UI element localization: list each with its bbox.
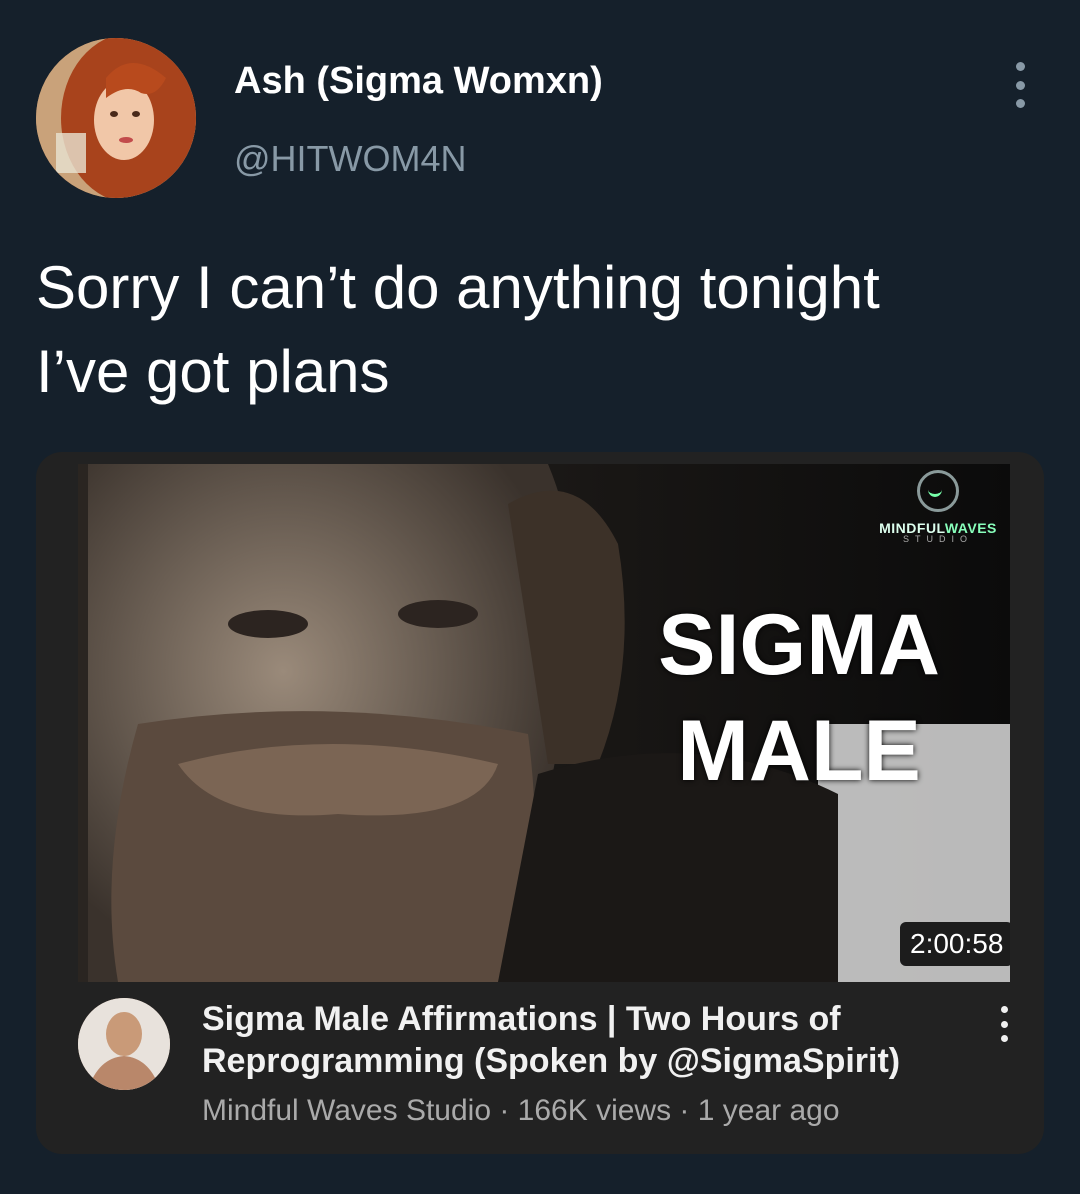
more-vertical-icon[interactable]	[1006, 62, 1034, 108]
dot	[1000, 1035, 1008, 1042]
video-card[interactable]: MINDFULWAVES STUDIO SIGMA MALE 2:00:58 S…	[36, 452, 1044, 1154]
user-avatar[interactable]	[36, 38, 196, 198]
thumbnail-title: SIGMA MALE	[658, 592, 940, 804]
video-duration: 2:00:58	[900, 922, 1010, 966]
thumbnail-title-line: MALE	[677, 703, 921, 799]
dot	[1000, 1006, 1008, 1013]
tweet-text-line: Sorry I can’t do anything tonight	[36, 254, 880, 321]
dot	[1015, 80, 1025, 90]
studio-logo: MINDFULWAVES STUDIO	[872, 464, 1004, 554]
channel-avatar-image	[78, 998, 170, 1090]
video-meta: Mindful Waves Studio · 166K views · 1 ye…	[202, 1094, 840, 1127]
display-name[interactable]: Ash (Sigma Womxn)	[234, 60, 603, 103]
dot	[1000, 1020, 1008, 1028]
thumbnail-title-line: SIGMA	[658, 597, 940, 693]
more-vertical-icon[interactable]	[994, 1006, 1014, 1042]
tweet-text-line: I’ve got plans	[36, 338, 390, 405]
user-handle[interactable]: @HITWOM4N	[234, 138, 467, 180]
video-title[interactable]: Sigma Male Affirmations | Two Hours of R…	[202, 998, 962, 1082]
video-thumbnail[interactable]: MINDFULWAVES STUDIO SIGMA MALE 2:00:58	[78, 464, 1010, 982]
dot	[1015, 62, 1025, 71]
channel-avatar[interactable]	[78, 998, 170, 1090]
dot	[1015, 99, 1025, 108]
tweet-text: Sorry I can’t do anything tonight I’ve g…	[36, 246, 1046, 414]
lotus-icon	[917, 470, 959, 512]
avatar-image	[36, 38, 196, 198]
